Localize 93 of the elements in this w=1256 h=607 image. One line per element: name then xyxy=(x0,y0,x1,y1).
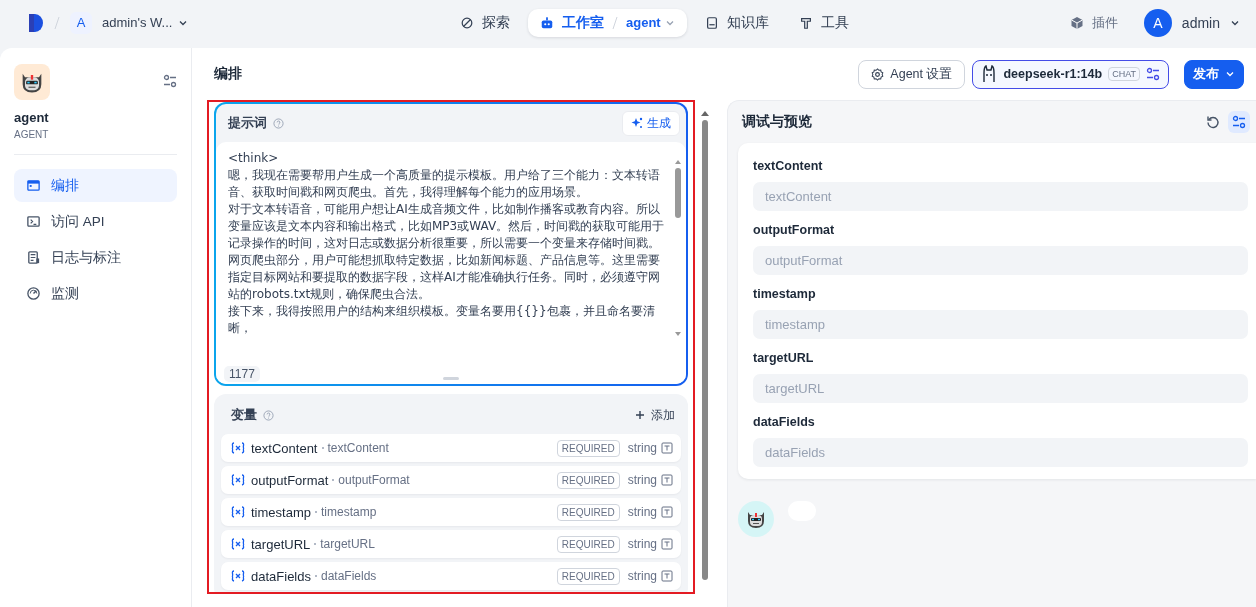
variable-type: string xyxy=(627,569,657,583)
plus-icon xyxy=(635,410,645,420)
llama-icon xyxy=(981,65,998,83)
required-tag: REQUIRED xyxy=(556,567,620,585)
workspace-avatar: A xyxy=(70,11,92,34)
field-label: targetURL xyxy=(753,351,815,365)
refresh-icon[interactable] xyxy=(1206,115,1220,129)
gauge-icon xyxy=(26,286,41,301)
variable-name: outputFormat xyxy=(251,472,329,488)
field-label: outputFormat xyxy=(753,223,836,237)
input-field[interactable]: targetURL xyxy=(753,374,1248,403)
variable-name: textContent xyxy=(251,440,318,456)
variable-label: dataFields xyxy=(321,569,377,583)
variable-name: targetURL xyxy=(251,536,311,552)
variable-icon xyxy=(231,442,245,454)
sliders-icon[interactable] xyxy=(1146,67,1160,81)
variables-title: 变量 xyxy=(231,406,257,424)
logo-icon[interactable] xyxy=(28,12,44,33)
prompt-title: 提示词 xyxy=(228,114,267,132)
variable-row[interactable]: outputFormat outputFormat REQUIRED string xyxy=(221,466,681,494)
generate-button[interactable]: 生成 xyxy=(622,110,680,136)
book-icon xyxy=(704,15,719,30)
variable-row[interactable]: dataFields dataFields REQUIRED string xyxy=(221,562,681,590)
input-field[interactable]: timestamp xyxy=(753,310,1248,339)
app-type: AGENT xyxy=(14,129,50,140)
variable-name: dataFields xyxy=(251,568,311,584)
variable-type: string xyxy=(627,537,657,551)
chevron-down-icon xyxy=(1225,69,1235,79)
required-tag: REQUIRED xyxy=(556,471,620,489)
variable-row[interactable]: textContent textContent REQUIRED string xyxy=(221,434,681,462)
text-field-icon xyxy=(661,506,673,518)
nav-tab[interactable]: 工作室 agent xyxy=(528,8,687,37)
input-field[interactable]: textContent xyxy=(753,182,1248,211)
variable-label: textContent xyxy=(327,441,389,455)
character-count: 1177 xyxy=(224,366,260,382)
nav-tab[interactable]: 探索 xyxy=(448,8,522,37)
robot-icon xyxy=(540,15,554,30)
cube-icon xyxy=(1069,15,1084,30)
variable-row[interactable]: targetURL targetURL REQUIRED string xyxy=(221,530,681,558)
nav-tab[interactable]: 工具 xyxy=(786,8,861,37)
add-button[interactable]: 添加 xyxy=(635,406,675,424)
text-field-icon xyxy=(661,474,673,486)
user-avatar[interactable]: A xyxy=(1143,8,1172,37)
variable-type: string xyxy=(627,473,657,487)
required-tag: REQUIRED xyxy=(556,439,620,457)
window-icon xyxy=(26,178,41,193)
preview-title: 调试与预览 xyxy=(742,113,812,131)
variable-icon xyxy=(231,474,245,486)
publish-button[interactable]: 发布 xyxy=(1184,59,1244,89)
page-title: 编排 xyxy=(214,65,243,83)
variable-icon xyxy=(231,506,245,518)
text-field-icon xyxy=(661,442,673,454)
field-label: dataFields xyxy=(753,415,816,429)
variable-name: timestamp xyxy=(251,504,311,520)
gear-icon xyxy=(871,67,885,81)
required-tag: REQUIRED xyxy=(556,535,620,553)
sidebar-item[interactable]: 编排 xyxy=(14,169,177,202)
variable-icon xyxy=(231,538,245,550)
field-label: timestamp xyxy=(753,287,817,301)
sliders-icon[interactable] xyxy=(163,74,177,88)
variable-type: string xyxy=(627,505,657,519)
required-tag: REQUIRED xyxy=(556,503,620,521)
app-name: agent xyxy=(14,110,50,125)
scrollbar[interactable] xyxy=(674,158,682,338)
slash-icon xyxy=(54,15,60,30)
terminal-icon xyxy=(26,214,41,229)
variable-label: timestamp xyxy=(320,505,377,519)
workspace-selector[interactable]: admin's W... xyxy=(102,15,189,30)
variable-row[interactable]: timestamp timestamp REQUIRED string xyxy=(221,498,681,526)
variable-label: targetURL xyxy=(320,537,375,551)
text-field-icon xyxy=(661,538,673,550)
variable-label: outputFormat xyxy=(338,473,410,487)
sparkle-icon xyxy=(631,117,643,129)
model-type-badge: CHAT xyxy=(1108,67,1140,81)
field-label: textContent xyxy=(753,159,824,173)
variable-type: string xyxy=(627,441,657,455)
user-menu[interactable]: admin xyxy=(1181,14,1220,31)
sidebar-item[interactable]: 访问 API xyxy=(14,205,177,238)
plugins-link[interactable]: 插件 xyxy=(1069,13,1118,32)
help-icon xyxy=(263,409,274,421)
help-icon xyxy=(273,117,284,129)
document-icon xyxy=(26,250,41,265)
input-field[interactable]: outputFormat xyxy=(753,246,1248,275)
model-selector[interactable]: deepseek-r1:14b CHAT xyxy=(972,59,1169,89)
nav-tab[interactable]: 知识库 xyxy=(692,8,781,37)
compass-icon xyxy=(460,15,474,30)
slash-icon xyxy=(612,15,618,30)
sidebar-item[interactable]: 日志与标注 xyxy=(14,241,177,274)
input-field[interactable]: dataFields xyxy=(753,438,1248,467)
agent-settings-button[interactable]: Agent 设置 xyxy=(858,59,966,89)
sidebar-item[interactable]: 监测 xyxy=(14,277,177,310)
text-field-icon xyxy=(661,570,673,582)
variable-icon xyxy=(231,570,245,582)
